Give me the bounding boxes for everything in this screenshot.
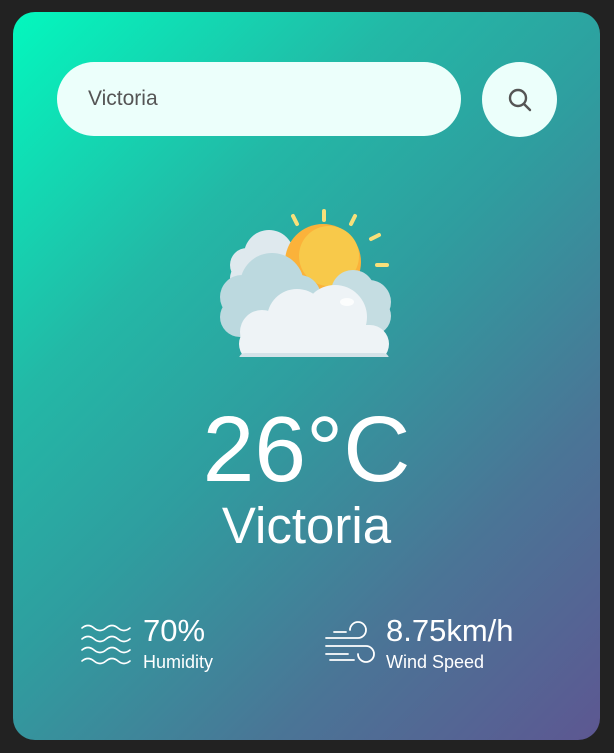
wind-icon (325, 621, 375, 663)
wind-value: 8.75km/h (386, 613, 514, 648)
humidity-stat: 70% Humidity (81, 612, 213, 674)
search-input[interactable] (57, 62, 461, 136)
wind-label: Wind Speed (386, 652, 485, 672)
search-icon (508, 88, 531, 111)
humidity-waves-icon (81, 624, 131, 665)
partly-cloudy-sun-icon (220, 209, 391, 357)
humidity-value: 70% (143, 613, 206, 648)
city-name: Victoria (221, 497, 392, 554)
weather-card: 26°C Victoria 70% Humidity (13, 12, 600, 740)
humidity-label: Humidity (143, 652, 214, 672)
search-button[interactable] (482, 62, 557, 137)
wind-stat: 8.75km/h Wind Speed (324, 612, 514, 674)
temperature: 26°C (202, 397, 411, 501)
